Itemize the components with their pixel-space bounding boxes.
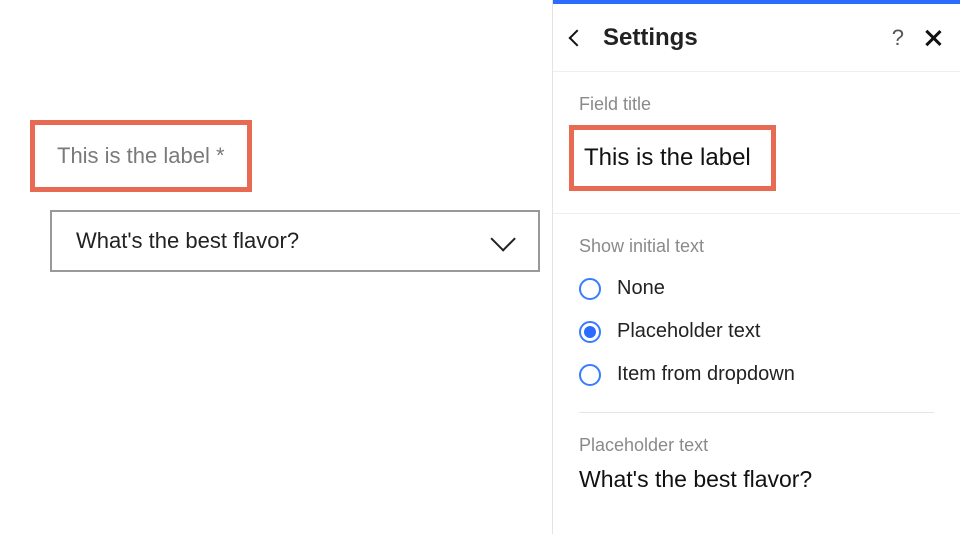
initial-text-label: Show initial text bbox=[579, 236, 934, 257]
radio-icon bbox=[579, 364, 601, 386]
field-title-highlight: This is the label bbox=[569, 125, 776, 191]
panel-title: Settings bbox=[603, 24, 892, 52]
chevron-down-icon bbox=[490, 226, 515, 251]
field-label: This is the label * bbox=[57, 143, 225, 169]
settings-panel: Settings ? Field title This is the label… bbox=[552, 0, 960, 534]
canvas-preview: This is the label * What's the best flav… bbox=[0, 0, 552, 534]
app-stage: This is the label * What's the best flav… bbox=[0, 0, 960, 534]
radio-icon bbox=[579, 321, 601, 343]
close-icon[interactable] bbox=[924, 29, 942, 47]
radio-icon bbox=[579, 278, 601, 300]
radio-option-placeholder-text[interactable]: Placeholder text bbox=[579, 320, 934, 343]
field-label-highlight: This is the label * bbox=[30, 120, 252, 192]
placeholder-text-section: Placeholder text What's the best flavor? bbox=[553, 413, 960, 517]
field-title-label: Field title bbox=[579, 94, 934, 115]
radio-option-none[interactable]: None bbox=[579, 277, 934, 300]
radio-label: None bbox=[617, 277, 665, 300]
dropdown-field[interactable]: What's the best flavor? bbox=[50, 210, 540, 272]
panel-header: Settings ? bbox=[553, 4, 960, 72]
radio-option-item-from-dropdown[interactable]: Item from dropdown bbox=[579, 363, 934, 386]
back-chevron-icon[interactable] bbox=[569, 29, 586, 46]
field-title-input[interactable]: This is the label bbox=[584, 144, 751, 172]
placeholder-text-input[interactable]: What's the best flavor? bbox=[579, 466, 934, 493]
placeholder-text-label: Placeholder text bbox=[579, 435, 934, 456]
field-title-section: Field title This is the label bbox=[553, 72, 960, 214]
radio-label: Placeholder text bbox=[617, 320, 760, 343]
initial-text-section: Show initial text None Placeholder text … bbox=[553, 214, 960, 412]
dropdown-placeholder: What's the best flavor? bbox=[76, 228, 299, 254]
radio-label: Item from dropdown bbox=[617, 363, 795, 386]
initial-text-radio-group: None Placeholder text Item from dropdown bbox=[579, 277, 934, 386]
help-icon[interactable]: ? bbox=[892, 25, 904, 51]
